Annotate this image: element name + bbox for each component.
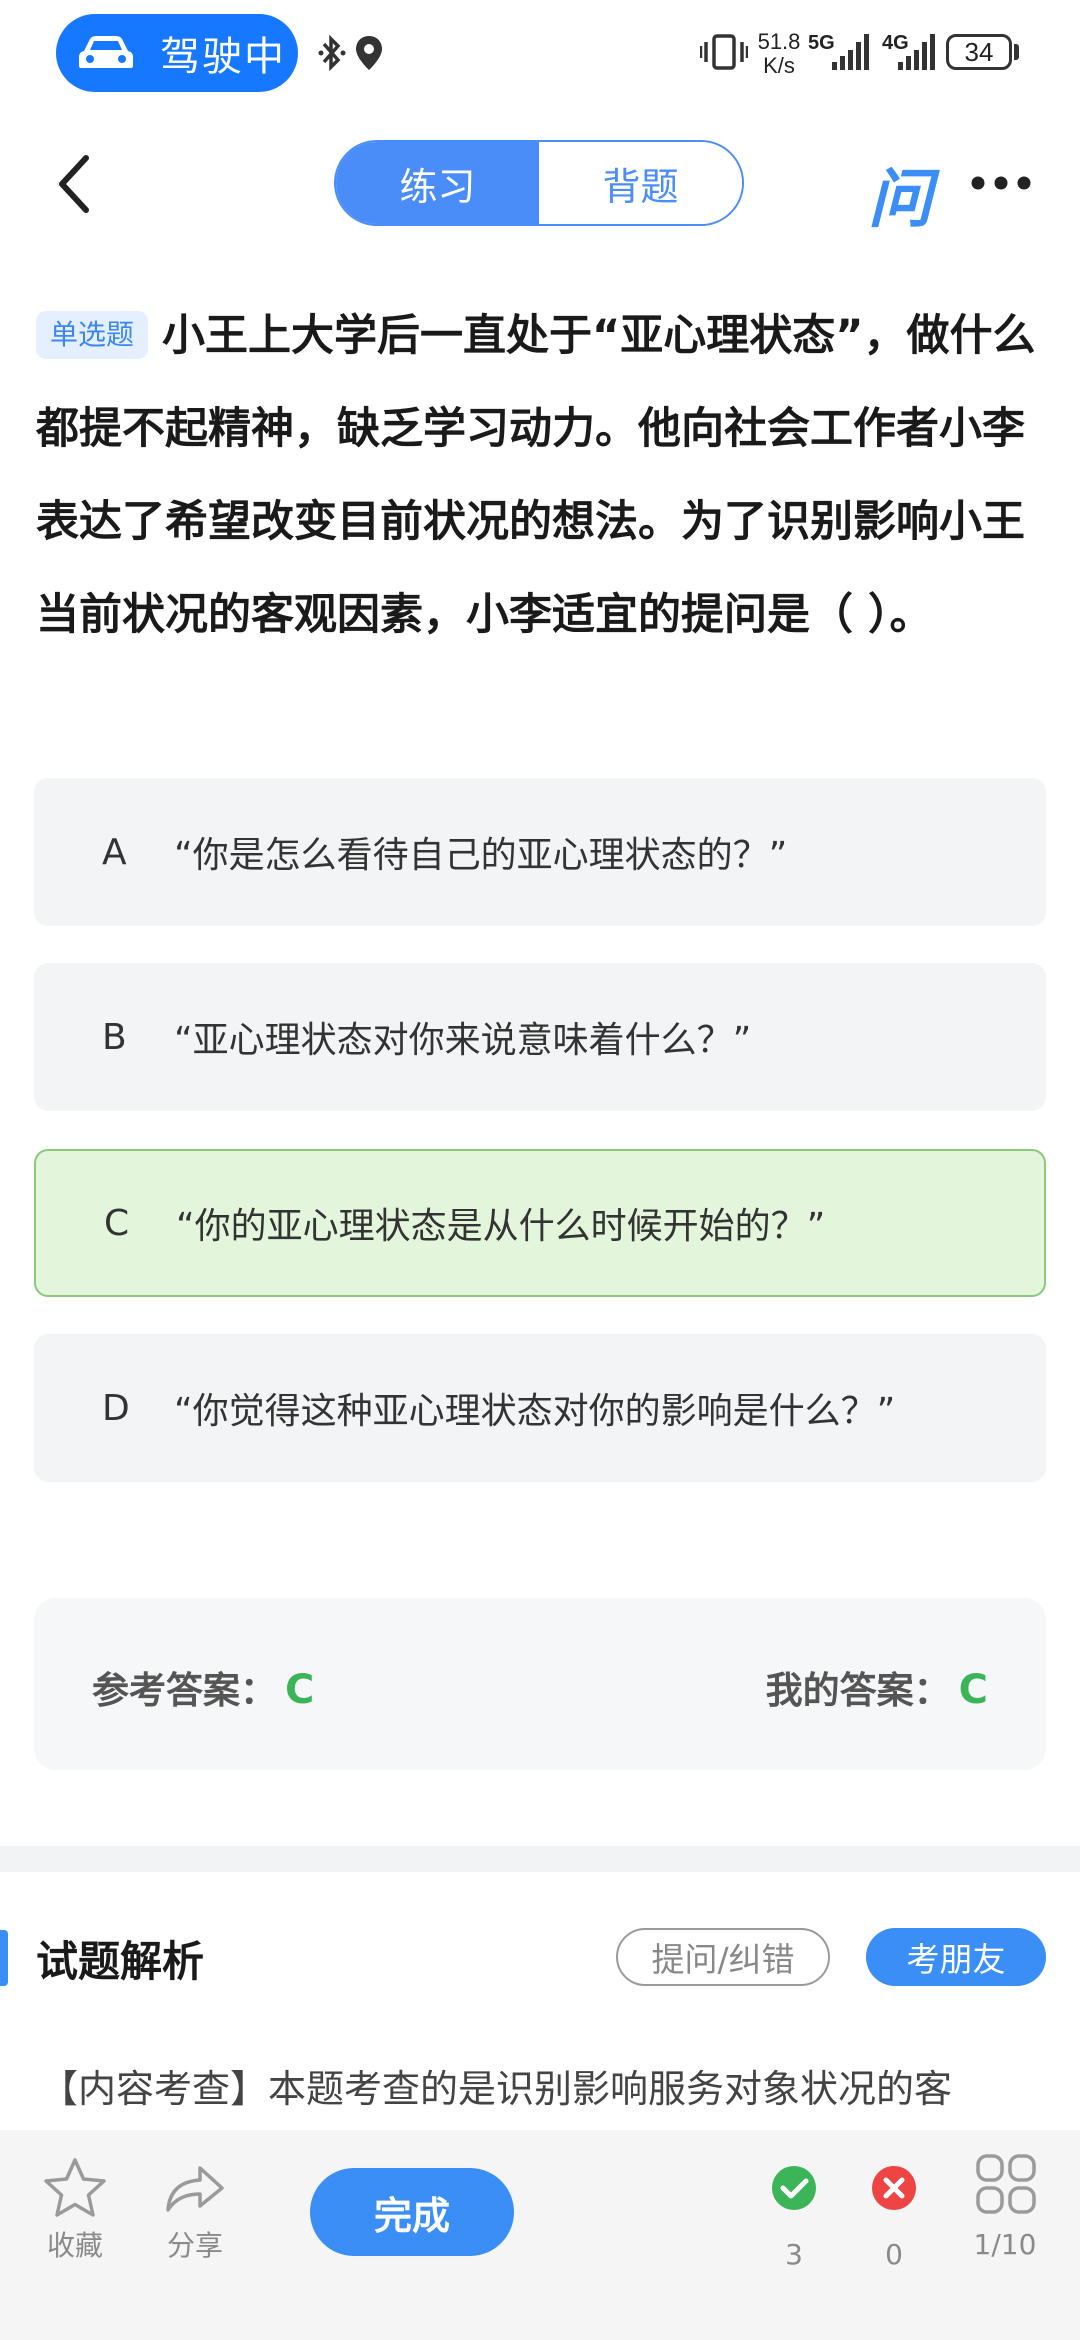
option-letter: C bbox=[104, 1202, 130, 1244]
reference-answer: 参考答案： C bbox=[92, 1660, 314, 1714]
mode-switch: 练习 背题 bbox=[334, 140, 744, 226]
quiz-friend-button[interactable]: 考朋友 bbox=[866, 1928, 1046, 1986]
question-text-container: 单选题 小王上大学后一直处于“亚心理状态”，做什么都提不起精神，缺乏学习动力。他向… bbox=[36, 290, 1036, 662]
signal-icon-sim2 bbox=[898, 34, 935, 70]
option-a[interactable]: A “你是怎么看待自己的亚心理状态的？” bbox=[34, 778, 1046, 926]
question-block: 单选题 小王上大学后一直处于“亚心理状态”，做什么都提不起精神，缺乏学习动力。他向… bbox=[36, 290, 1036, 662]
analysis-text: 【内容考查】本题考查的是识别影响服务对象状况的客 bbox=[40, 2067, 953, 2111]
battery-level: 34 bbox=[964, 36, 994, 67]
option-letter: D bbox=[102, 1387, 130, 1429]
network-speed-value: 51.8 bbox=[757, 29, 801, 54]
answer-panel: 参考答案： C 我的答案： C bbox=[34, 1598, 1046, 1770]
option-text: “你的亚心理状态是从什么时候开始的？” bbox=[176, 1206, 826, 1247]
grid-icon bbox=[976, 2154, 1036, 2214]
my-answer: 我的答案： C bbox=[766, 1660, 988, 1714]
network-speed-unit: K/s bbox=[763, 53, 795, 78]
section-accent-bar bbox=[0, 1930, 8, 1986]
option-c[interactable]: C “你的亚心理状态是从什么时候开始的？” bbox=[34, 1149, 1046, 1297]
location-icon bbox=[356, 36, 382, 70]
my-answer-label: 我的答案： bbox=[765, 1669, 951, 1712]
battery-tip bbox=[1014, 44, 1019, 60]
favorite-button[interactable]: 收藏 bbox=[40, 2156, 110, 2264]
section-divider bbox=[0, 1846, 1080, 1872]
reference-answer-label: 参考答案： bbox=[92, 1669, 277, 1712]
tab-memorize[interactable]: 背题 bbox=[539, 142, 742, 224]
tab-practice[interactable]: 练习 bbox=[336, 142, 539, 224]
network-speed: 51.8 K/s bbox=[756, 30, 802, 78]
x-circle-icon bbox=[872, 2166, 916, 2210]
battery-indicator: 34 bbox=[946, 34, 1012, 70]
my-answer-value: C bbox=[958, 1667, 988, 1713]
ask-correct-button[interactable]: 提问/纠错 bbox=[616, 1928, 830, 1986]
star-icon bbox=[44, 2158, 106, 2217]
reference-answer-value: C bbox=[285, 1667, 315, 1713]
option-letter: B bbox=[102, 1016, 127, 1058]
signal-icon-sim1 bbox=[832, 34, 869, 70]
more-icon[interactable] bbox=[970, 170, 1032, 196]
driving-mode-label: 驾驶中 bbox=[160, 34, 286, 80]
option-b[interactable]: B “亚心理状态对你来说意味着什么？” bbox=[34, 963, 1046, 1111]
question-grid-button[interactable]: 1/10 bbox=[960, 2154, 1050, 2261]
wrong-count: 0 bbox=[885, 2238, 903, 2271]
correct-counter[interactable]: 3 bbox=[764, 2164, 824, 2271]
analysis-title: 试题解析 bbox=[36, 1937, 205, 1986]
finish-button[interactable]: 完成 bbox=[310, 2168, 514, 2256]
question-type-tag: 单选题 bbox=[36, 311, 149, 359]
vibrate-icon bbox=[700, 34, 748, 70]
ask-logo-icon[interactable]: 问 bbox=[868, 148, 932, 240]
wrong-counter[interactable]: 0 bbox=[864, 2164, 924, 2271]
bluetooth-icon bbox=[318, 34, 346, 72]
question-progress: 1/10 bbox=[973, 2228, 1037, 2261]
question-text: 小王上大学后一直处于“亚心理状态”，做什么都提不起精神，缺乏学习动力。他向社会工… bbox=[36, 311, 1036, 640]
check-circle-icon bbox=[772, 2166, 816, 2210]
share-button[interactable]: 分享 bbox=[160, 2156, 230, 2264]
driving-mode-pill[interactable]: 驾驶中 bbox=[56, 14, 298, 92]
favorite-label: 收藏 bbox=[46, 2229, 103, 2262]
car-icon bbox=[79, 36, 133, 68]
option-letter: A bbox=[102, 831, 127, 873]
option-text: “亚心理状态对你来说意味着什么？” bbox=[174, 1020, 752, 1061]
share-label: 分享 bbox=[166, 2229, 223, 2262]
option-d[interactable]: D “你觉得这种亚心理状态对你的影响是什么？” bbox=[34, 1334, 1046, 1482]
back-arrow-icon[interactable] bbox=[54, 154, 94, 214]
option-text: “你是怎么看待自己的亚心理状态的？” bbox=[174, 835, 788, 876]
correct-count: 3 bbox=[785, 2238, 803, 2271]
share-icon bbox=[166, 2166, 224, 2212]
option-text: “你觉得这种亚心理状态对你的影响是什么？” bbox=[174, 1391, 896, 1432]
